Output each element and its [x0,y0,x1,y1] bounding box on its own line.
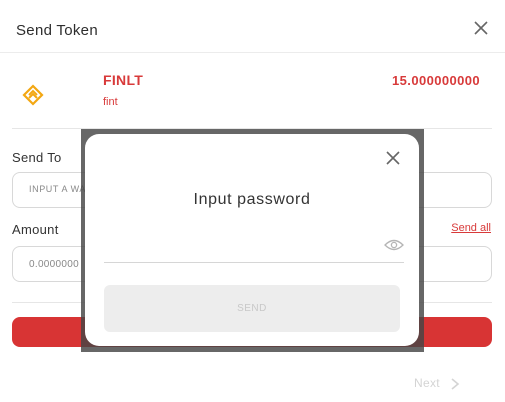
address-placeholder: INPUT A WA [29,184,87,194]
send-to-label: Send To [12,150,62,165]
next-label[interactable]: Next [414,376,440,390]
close-icon[interactable] [385,150,401,166]
dialog-send-button[interactable]: SEND [104,285,400,332]
token-symbol: FINLT [103,72,144,88]
password-field[interactable] [104,234,404,263]
token-balance: 15.000000000 [392,73,480,88]
token-logo-icon [22,84,44,106]
token-row: FINLT fint 15.000000000 [12,60,492,129]
chevron-right-icon[interactable] [450,378,460,390]
amount-label: Amount [12,222,59,237]
close-icon[interactable] [473,20,489,36]
sheet-title: Send Token [16,22,98,39]
sheet-header: Send Token [0,0,505,53]
dialog-title: Input password [193,191,311,208]
password-dialog: Input password SEND [85,134,419,346]
token-name: fint [103,96,118,108]
send-all-link[interactable]: Send all [451,222,491,234]
eye-icon[interactable] [384,238,404,252]
amount-value: 0.0000000 [29,259,79,270]
